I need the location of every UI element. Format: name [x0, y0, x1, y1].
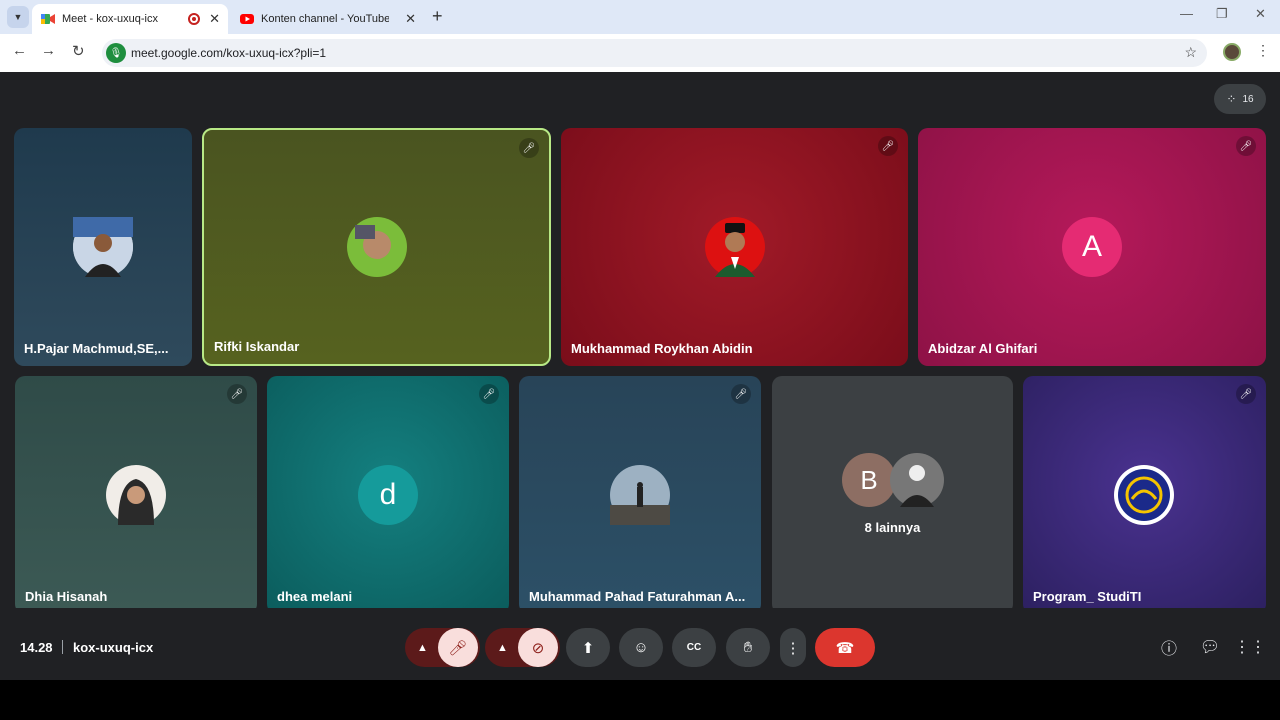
participant-tile[interactable]: 🎤︎ d dhea melani: [267, 376, 509, 614]
tab-title: Meet - kox-uxuq-icx: [62, 13, 158, 25]
apps-grid-icon: ⋮⋮: [1234, 639, 1266, 656]
mic-off-icon: 🎤︎: [519, 138, 539, 158]
captions-icon: CC: [686, 642, 702, 653]
mic-off-icon: 🎤︎: [731, 384, 751, 404]
browser-menu-icon[interactable]: ⋮: [1256, 42, 1270, 59]
mic-off-icon: 🎤︎: [227, 384, 247, 404]
participant-initial-avatar: d: [358, 465, 418, 525]
participant-tile[interactable]: H.Pajar Machmud,SE,...: [14, 128, 192, 366]
participant-name: Abidzar Al Ghifari: [928, 341, 1038, 356]
mic-off-icon: 🎤︎: [448, 639, 468, 657]
browser-window: ▼ Meet - kox-uxuq-icx ✕ Konten channel -…: [0, 0, 1280, 72]
youtube-icon: [240, 14, 254, 24]
meet-stage: ⁘ 16 H.Pajar Machmud,SE,... 🎤︎ Rifki Isk…: [0, 72, 1280, 680]
participant-logo: [1114, 465, 1174, 525]
chevron-up-icon: ▲: [497, 641, 508, 654]
mic-toggle-button[interactable]: 🎤︎: [438, 628, 478, 667]
close-tab-icon[interactable]: ✕: [209, 11, 220, 27]
mic-off-icon: 🎤︎: [878, 136, 898, 156]
google-meet-icon: [41, 14, 55, 24]
close-tab-icon[interactable]: ✕: [405, 11, 416, 27]
captions-button[interactable]: CC: [672, 628, 716, 667]
activities-button[interactable]: ⋮⋮: [1234, 636, 1266, 658]
participant-name: Program_ StudiTI: [1033, 589, 1142, 604]
reactions-button[interactable]: ☺: [619, 628, 663, 667]
participant-photo: [705, 217, 765, 277]
recording-icon: [188, 13, 200, 25]
emoji-icon: ☺: [633, 639, 649, 656]
tab-title: Konten channel - YouTube Stud: [261, 13, 389, 25]
participant-tile[interactable]: 🎤︎ A Abidzar Al Ghifari: [918, 128, 1266, 366]
url-text: meet.google.com/kox-uxuq-icx?pli=1: [131, 46, 327, 60]
participant-count: 16: [1242, 93, 1254, 105]
meeting-code: kox-uxuq-icx: [73, 640, 154, 655]
tab-strip: ▼ Meet - kox-uxuq-icx ✕ Konten channel -…: [0, 0, 1280, 34]
participant-photo: [610, 465, 670, 525]
more-options-button[interactable]: ⋮: [780, 628, 806, 667]
participant-tile[interactable]: 🎤︎ Dhia Hisanah: [15, 376, 257, 614]
participant-photo: [890, 453, 944, 507]
others-tile[interactable]: B 8 lainnya: [772, 376, 1013, 614]
chevron-down-icon: ▼: [13, 12, 23, 22]
participant-tile-speaking[interactable]: 🎤︎ Rifki Iskandar: [202, 128, 551, 366]
present-screen-icon: ⬆: [581, 639, 595, 657]
minimize-button[interactable]: —: [1180, 6, 1193, 21]
participant-photo: [73, 217, 133, 277]
tab-meet[interactable]: Meet - kox-uxuq-icx ✕: [32, 4, 228, 34]
camera-off-icon: ⊘: [531, 639, 545, 657]
microphone-in-use-icon[interactable]: 🎙: [106, 43, 126, 63]
hand-icon: ✋︎: [743, 639, 753, 656]
new-tab-button[interactable]: +: [432, 6, 443, 27]
participant-photo: [347, 217, 407, 277]
bookmark-star-icon[interactable]: ☆: [1184, 44, 1197, 61]
screen-letterbox: [0, 680, 1280, 720]
participant-tile[interactable]: 🎤︎ Program_ StudiTI: [1023, 376, 1266, 614]
info-icon: ⓘ: [1160, 641, 1177, 658]
participant-name: Muhammad Pahad Faturahman A...: [529, 589, 746, 604]
participant-name: H.Pajar Machmud,SE,...: [24, 341, 169, 356]
browser-toolbar: ← → ↻ 🎙 meet.google.com/kox-uxuq-icx?pli…: [0, 34, 1280, 72]
others-count-label: 8 lainnya: [864, 520, 921, 535]
reload-button[interactable]: ↻: [72, 42, 85, 60]
mic-off-icon: 🎤︎: [479, 384, 499, 404]
more-vert-icon: ⋮: [785, 639, 801, 657]
hang-up-icon: ☎: [835, 639, 855, 657]
participants-button[interactable]: ⁘ 16: [1214, 84, 1266, 114]
address-bar[interactable]: 🎙 meet.google.com/kox-uxuq-icx?pli=1 ☆: [102, 39, 1207, 67]
participant-name: dhea melani: [277, 589, 353, 604]
participant-tile[interactable]: 🎤︎ Mukhammad Roykhan Abidin: [561, 128, 908, 366]
participant-initial-avatar: B: [842, 453, 896, 507]
chat-icon: 💬︎: [1199, 639, 1221, 656]
participant-name: Mukhammad Roykhan Abidin: [571, 341, 753, 356]
people-icon: ⁘: [1226, 92, 1237, 106]
participant-name: Dhia Hisanah: [25, 589, 108, 604]
raise-hand-button[interactable]: ✋︎: [726, 628, 770, 667]
meeting-details-button[interactable]: ⓘ: [1158, 636, 1180, 658]
mic-off-icon: 🎤︎: [1236, 384, 1256, 404]
divider: [62, 640, 63, 654]
back-button[interactable]: ←: [12, 42, 27, 59]
participant-photo: [106, 465, 166, 525]
leave-call-button[interactable]: ☎: [815, 628, 875, 667]
forward-button[interactable]: →: [41, 42, 56, 59]
restore-button[interactable]: ❐: [1216, 6, 1228, 22]
profile-avatar[interactable]: [1223, 43, 1241, 61]
tab-youtube[interactable]: Konten channel - YouTube Stud ✕: [232, 4, 424, 34]
chat-button[interactable]: 💬︎: [1199, 636, 1221, 658]
meeting-time: 14.28: [20, 640, 53, 655]
tab-search-button[interactable]: ▼: [7, 6, 29, 28]
close-window-button[interactable]: ✕: [1255, 6, 1266, 22]
participant-initial-avatar: A: [1062, 217, 1122, 277]
chevron-up-icon: ▲: [417, 641, 428, 654]
present-screen-button[interactable]: ⬆: [566, 628, 610, 667]
participant-name: Rifki Iskandar: [214, 339, 300, 354]
mic-off-icon: 🎤︎: [1236, 136, 1256, 156]
camera-toggle-button[interactable]: ⊘: [518, 628, 558, 667]
participant-tile[interactable]: 🎤︎ Muhammad Pahad Faturahman A...: [519, 376, 761, 614]
